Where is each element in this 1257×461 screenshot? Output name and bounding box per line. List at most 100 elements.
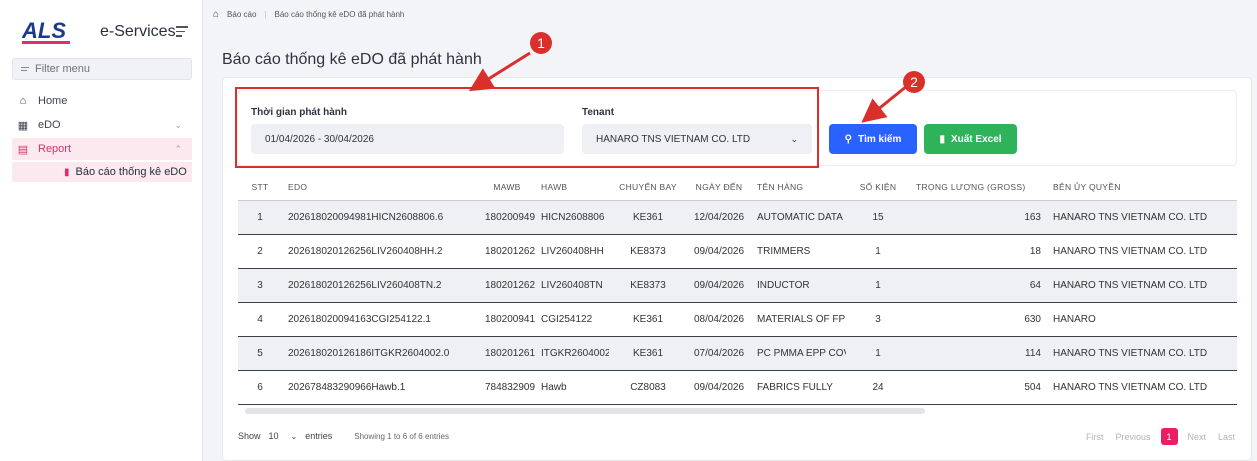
column-header[interactable]: MAWB <box>479 175 535 201</box>
home-icon[interactable]: ⌂ <box>213 9 219 20</box>
search-button[interactable]: ⚲ Tìm kiếm <box>829 124 917 154</box>
excel-file-icon: ▮ <box>939 133 945 145</box>
cell-hawb: LIV260408HH <box>535 234 609 269</box>
cell-goods-name: AUTOMATIC DATA <box>751 200 846 235</box>
column-header[interactable]: EDO <box>282 175 479 201</box>
cell-consignor: HANARO TNS VIETNAM CO. LTD <box>1047 336 1237 371</box>
cell-goods-name: INDUCTOR <box>751 268 846 303</box>
export-excel-button[interactable]: ▮ Xuất Excel <box>924 124 1017 154</box>
pager-first[interactable]: First <box>1086 432 1104 442</box>
als-logo: ALS <box>22 18 88 46</box>
cell-goods-name: MATERIALS OF FP <box>751 302 846 337</box>
chevron-down-icon: ⌄ <box>290 431 298 441</box>
cell-pieces: 3 <box>846 302 910 337</box>
table-row[interactable]: 3202618020126256LIV260408TN.218020126256… <box>238 268 1237 303</box>
column-header[interactable]: TRỌNG LƯỢNG (GROSS) <box>910 175 1047 201</box>
cell-arrival-date: 08/04/2026 <box>687 302 751 337</box>
table-row[interactable]: 4202618020094163CGI254122.118020094163CG… <box>238 302 1237 337</box>
cell-mawb: 18020094163 <box>479 302 535 337</box>
cell-edo: 202618020126256LIV260408TN.2 <box>282 268 479 303</box>
sidebar-item-report[interactable]: ▤ Report ⌃ <box>12 138 192 160</box>
brand-name: e-Services <box>100 23 176 40</box>
cell-stt: 2 <box>238 234 282 269</box>
breadcrumb-separator: | <box>264 9 267 19</box>
cell-mawb: 18020126256 <box>479 234 535 269</box>
column-header[interactable]: CHUYẾN BAY <box>609 175 687 201</box>
sidebar-item-home[interactable]: ⌂ Home <box>12 90 192 112</box>
cell-consignor: HANARO TNS VIETNAM CO. LTD <box>1047 234 1237 269</box>
pager-current-page[interactable]: 1 <box>1160 428 1178 445</box>
cell-edo: 202618020094163CGI254122.1 <box>282 302 479 337</box>
table-row[interactable]: 2202618020126256LIV260408HH.218020126256… <box>238 234 1237 269</box>
pager-last[interactable]: Last <box>1218 432 1235 442</box>
cell-arrival-date: 09/04/2026 <box>687 370 751 405</box>
cell-stt: 5 <box>238 336 282 371</box>
breadcrumb-item[interactable]: Báo cáo <box>227 10 256 19</box>
document-icon: ▮ <box>64 166 70 178</box>
chevron-up-icon: ⌃ <box>174 143 182 154</box>
cell-mawb: 78483290966 <box>479 370 535 405</box>
table-row[interactable]: 5202618020126186ITGKR2604002.01802012618… <box>238 336 1237 371</box>
cell-flight: KE361 <box>609 336 687 371</box>
sitemap-icon: ▦ <box>17 119 29 132</box>
column-header[interactable]: TÊN HÀNG <box>751 175 846 201</box>
cell-edo: 202618020094981HICN2608806.6 <box>282 200 479 235</box>
cell-consignor: HANARO <box>1047 302 1237 337</box>
annotation-badge-2: 2 <box>903 71 925 93</box>
cell-pieces: 1 <box>846 268 910 303</box>
cell-gross-weight: 504 <box>910 370 1047 405</box>
column-header[interactable]: BÊN ỦY QUYỀN <box>1047 175 1237 201</box>
cell-edo: 202678483290966Hawb.1 <box>282 370 479 405</box>
cell-flight: KE8373 <box>609 268 687 303</box>
column-header[interactable]: NGÀY ĐẾN <box>687 175 751 201</box>
cell-hawb: CGI254122 <box>535 302 609 337</box>
cell-hawb: LIV260408TN <box>535 268 609 303</box>
cell-mawb: 18020126186 <box>479 336 535 371</box>
annotation-highlight-box <box>235 87 819 168</box>
menu-toggle-icon[interactable] <box>176 26 188 37</box>
column-header[interactable]: SỐ KIỆN <box>846 175 910 201</box>
cell-arrival-date: 12/04/2026 <box>687 200 751 235</box>
cell-pieces: 1 <box>846 234 910 269</box>
svg-text:ALS: ALS <box>22 18 66 43</box>
cell-stt: 1 <box>238 200 282 235</box>
table-header-row: STT EDO MAWB HAWB CHUYẾN BAY NGÀY ĐẾN TÊ… <box>238 175 1237 201</box>
cell-hawb: Hawb <box>535 370 609 405</box>
cell-stt: 6 <box>238 370 282 405</box>
breadcrumb-item: Báo cáo thống kê eDO đã phát hành <box>274 9 405 19</box>
filter-menu-input[interactable]: Filter menu <box>12 58 192 80</box>
entries-info: Showing 1 to 6 of 6 entries <box>354 431 449 441</box>
cell-hawb: HICN2608806 <box>535 200 609 235</box>
cell-goods-name: TRIMMERS <box>751 234 846 269</box>
cell-pieces: 24 <box>846 370 910 405</box>
sidebar-subitem-edo-report[interactable]: ▮ Báo cáo thống kê eDO <box>12 162 192 182</box>
cell-arrival-date: 09/04/2026 <box>687 234 751 269</box>
cell-flight: KE361 <box>609 200 687 235</box>
sidebar-item-label: Report <box>38 143 72 155</box>
sidebar-subitem-label: Báo cáo thống kê eDO <box>75 166 187 178</box>
horizontal-scrollbar[interactable] <box>245 408 925 414</box>
pager-next[interactable]: Next <box>1188 432 1207 442</box>
cell-goods-name: FABRICS FULLY <box>751 370 846 405</box>
cell-flight: CZ8083 <box>609 370 687 405</box>
cell-mawb: 18020126256 <box>479 268 535 303</box>
page-title: Báo cáo thống kê eDO đã phát hành <box>222 51 482 68</box>
home-icon: ⌂ <box>19 95 27 107</box>
filter-menu-placeholder: Filter menu <box>35 63 91 75</box>
pager-previous[interactable]: Previous <box>1116 432 1151 442</box>
sidebar-item-edo[interactable]: ▦ eDO ⌄ <box>12 114 192 136</box>
cell-pieces: 15 <box>846 200 910 235</box>
cell-edo: 202618020126256LIV260408HH.2 <box>282 234 479 269</box>
column-header[interactable]: HAWB <box>535 175 609 201</box>
table-row[interactable]: 6202678483290966Hawb.178483290966HawbCZ8… <box>238 370 1237 405</box>
filter-icon <box>21 65 29 73</box>
brand[interactable]: ALS e-Services <box>22 18 176 46</box>
page-size-select[interactable]: 10 ⌄ <box>269 431 298 441</box>
column-header[interactable]: STT <box>238 175 282 201</box>
chevron-down-icon: ⌄ <box>174 119 182 130</box>
cell-arrival-date: 07/04/2026 <box>687 336 751 371</box>
pagination: First Previous 1 Next Last <box>1080 428 1241 445</box>
table-row[interactable]: 1202618020094981HICN2608806.618020094981… <box>238 200 1237 235</box>
cell-mawb: 18020094981 <box>479 200 535 235</box>
chart-icon: ▤ <box>17 143 29 156</box>
